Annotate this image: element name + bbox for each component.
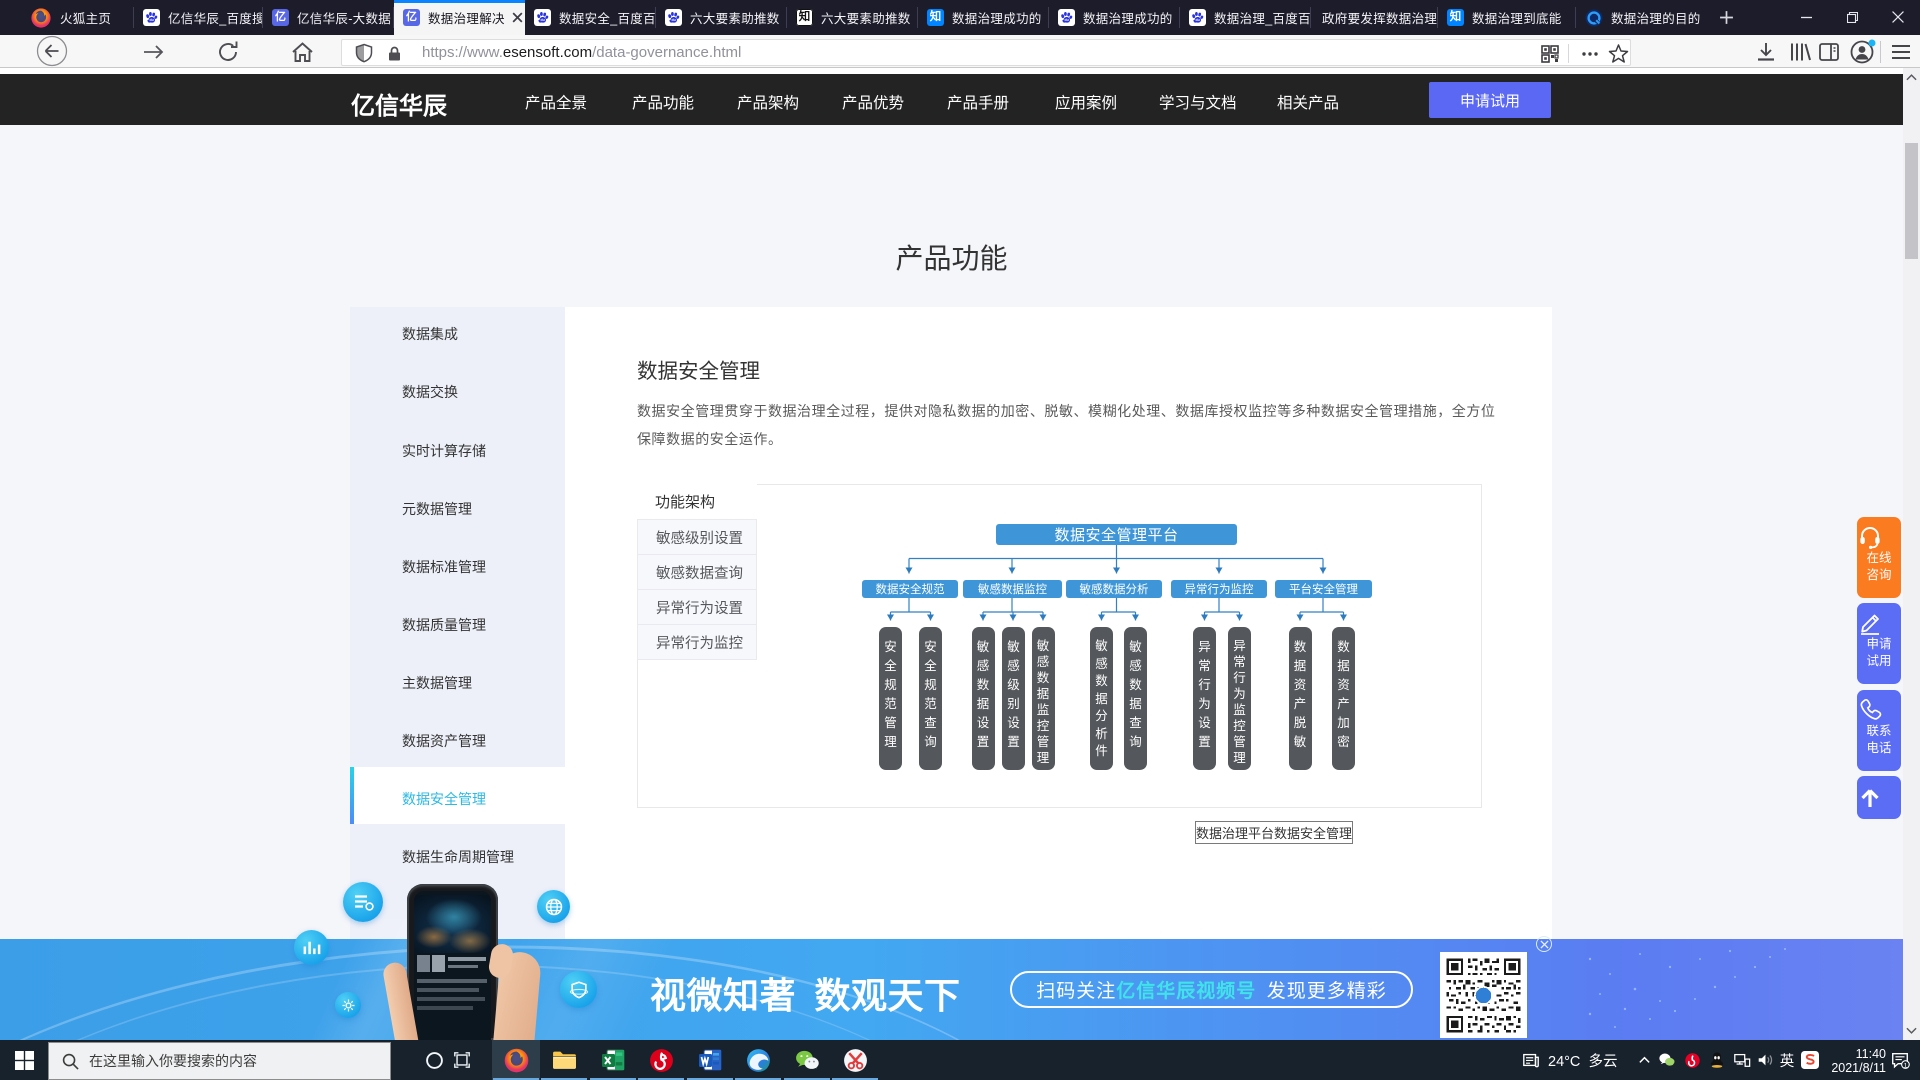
svg-text:du: du (1064, 18, 1068, 22)
svg-text:du: du (671, 18, 675, 22)
svg-text:du: du (1195, 18, 1199, 22)
svg-text:1: 1 (1904, 1062, 1908, 1069)
svg-text:du: du (540, 18, 544, 22)
svg-text:du: du (149, 18, 153, 22)
